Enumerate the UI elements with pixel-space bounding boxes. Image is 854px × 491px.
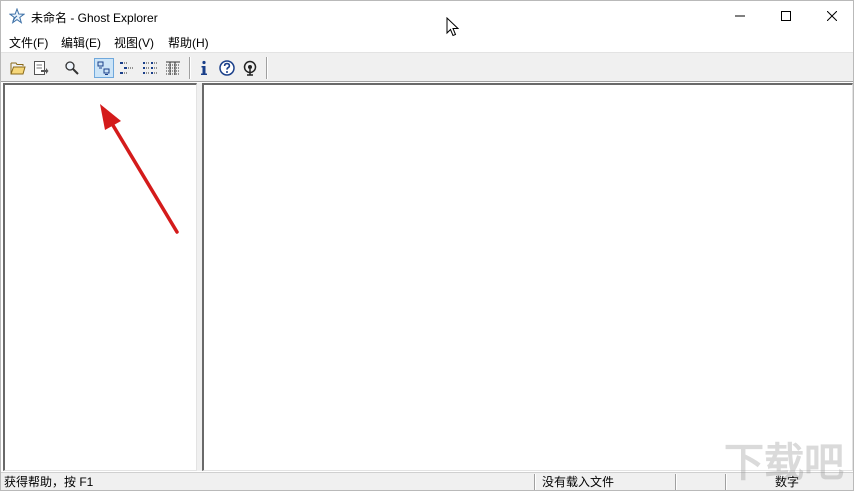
menu-file[interactable]: 文件(F) [9,34,48,51]
large-icons-view-button[interactable] [94,58,114,78]
extract-button[interactable] [31,58,51,78]
maximize-icon [781,11,791,21]
open-button[interactable] [8,58,28,78]
menu-help[interactable]: 帮助(H) [168,34,209,51]
tree-pane[interactable] [3,83,197,471]
close-button[interactable] [809,1,854,31]
menu-bar: 文件(F) 编辑(E) 视图(V) 帮助(H) [1,31,853,51]
maximize-button[interactable] [763,1,809,31]
find-icon [65,61,79,75]
minimize-button[interactable] [717,1,763,31]
menu-edit[interactable]: 编辑(E) [61,34,101,51]
info-button[interactable] [194,58,214,78]
toolbar-separator [189,57,191,79]
help-icon [219,60,235,76]
status-separator [534,474,536,490]
watermark-text: 下载吧 [724,440,844,486]
ghost-web-icon [243,60,257,76]
ghost-web-button[interactable] [240,58,260,78]
title-bar[interactable]: 未命名 - Ghost Explorer [1,1,853,31]
details-view-button[interactable] [163,58,183,78]
toolbar-separator [266,57,268,79]
find-button[interactable] [62,58,82,78]
help-button[interactable] [217,58,237,78]
list-view-button[interactable] [140,58,160,78]
status-file-text: 没有载入文件 [542,475,615,489]
extract-icon [34,61,49,75]
toolbar [1,52,853,82]
list-view-icon [143,62,157,74]
small-icons-view-icon [120,62,133,74]
watermark-logo-icon: 下载吧 [724,440,844,486]
status-help-text: 获得帮助，按 F1 [4,475,94,489]
mouse-cursor-icon [446,17,460,37]
info-icon [201,60,207,75]
menu-view[interactable]: 视图(V) [114,34,154,51]
close-icon [827,11,837,21]
large-icons-view-icon [97,61,110,75]
minimize-icon [735,15,745,17]
ghost-star-icon [9,8,25,24]
open-folder-icon [10,62,26,75]
file-list-pane[interactable] [202,83,853,471]
small-icons-view-button[interactable] [117,58,137,78]
status-separator [675,474,677,490]
app-window: 未命名 - Ghost Explorer 文件(F) 编辑(E) 视图(V) 帮… [0,0,854,491]
details-view-icon [166,61,180,75]
window-title: 未命名 - Ghost Explorer [31,11,158,25]
